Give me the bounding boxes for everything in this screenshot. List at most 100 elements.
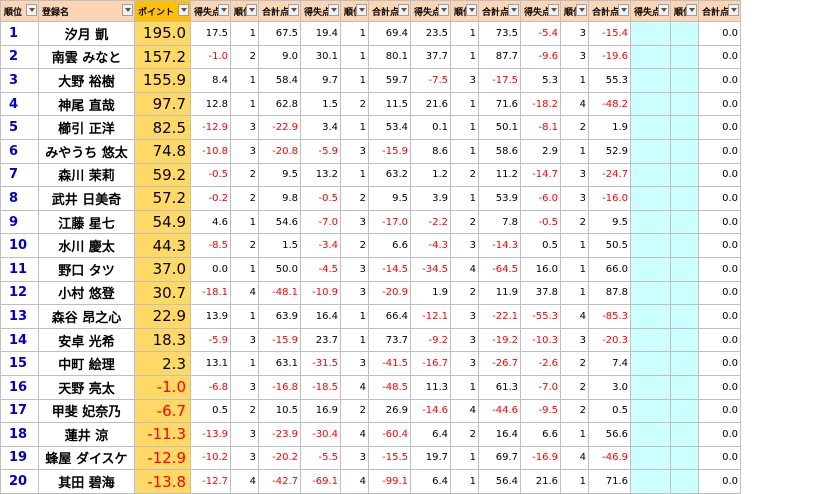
score-cell[interactable]: 56.6 bbox=[588, 422, 631, 447]
score-cell[interactable]: 4 bbox=[450, 398, 479, 424]
score-cell[interactable] bbox=[670, 327, 699, 353]
score-cell[interactable]: 0.0 bbox=[698, 91, 741, 117]
score-cell[interactable]: -8.1 bbox=[520, 115, 561, 140]
score-cell[interactable]: -55.3 bbox=[520, 304, 561, 329]
score-cell[interactable]: 1 bbox=[560, 68, 589, 93]
column-header-place-2[interactable]: 順位 bbox=[340, 0, 369, 22]
score-cell[interactable]: -20.3 bbox=[588, 327, 631, 353]
score-cell[interactable]: 1 bbox=[560, 233, 589, 258]
score-cell[interactable]: 2 bbox=[450, 422, 479, 447]
score-cell[interactable]: -15.5 bbox=[368, 445, 411, 471]
score-cell[interactable]: 2 bbox=[230, 233, 259, 258]
score-cell[interactable]: 0.0 bbox=[698, 44, 741, 70]
score-cell[interactable]: 3.0 bbox=[588, 374, 631, 400]
score-cell[interactable]: -5.9 bbox=[190, 327, 231, 353]
column-header-total-3[interactable]: 合計点 bbox=[478, 0, 521, 22]
score-cell[interactable]: -19.2 bbox=[478, 327, 521, 353]
score-cell[interactable]: -15.9 bbox=[258, 327, 301, 353]
score-cell[interactable]: 16.4 bbox=[478, 422, 521, 447]
score-cell[interactable]: 0.0 bbox=[698, 186, 741, 211]
score-cell[interactable]: 0.0 bbox=[698, 68, 741, 93]
score-cell[interactable]: 61.3 bbox=[478, 374, 521, 400]
column-header-score-5[interactable]: 得失点 bbox=[630, 0, 671, 22]
score-cell[interactable] bbox=[630, 256, 671, 282]
score-cell[interactable]: -18.2 bbox=[520, 91, 561, 117]
score-cell[interactable] bbox=[670, 162, 699, 188]
score-cell[interactable]: -6.0 bbox=[520, 186, 561, 211]
column-header-place-4[interactable]: 順位 bbox=[560, 0, 589, 22]
filter-dropdown-icon[interactable] bbox=[288, 4, 299, 16]
score-cell[interactable]: 10.5 bbox=[258, 398, 301, 424]
score-cell[interactable]: -26.7 bbox=[478, 351, 521, 376]
player-name-cell[interactable]: 汐月 凱 bbox=[38, 21, 135, 46]
score-cell[interactable] bbox=[670, 445, 699, 471]
score-cell[interactable]: 0.0 bbox=[698, 280, 741, 306]
score-cell[interactable]: -48.2 bbox=[588, 91, 631, 117]
score-cell[interactable]: 1 bbox=[230, 351, 259, 376]
score-cell[interactable]: 4 bbox=[230, 280, 259, 306]
score-cell[interactable]: 30.1 bbox=[300, 44, 341, 70]
score-cell[interactable] bbox=[630, 44, 671, 70]
score-cell[interactable]: 0.0 bbox=[698, 233, 741, 258]
rank-cell[interactable]: 16 bbox=[0, 374, 39, 400]
score-cell[interactable] bbox=[630, 422, 671, 447]
score-cell[interactable]: -9.2 bbox=[410, 327, 451, 353]
score-cell[interactable]: 3 bbox=[230, 445, 259, 471]
score-cell[interactable]: 1 bbox=[450, 374, 479, 400]
score-cell[interactable] bbox=[630, 327, 671, 353]
rank-cell[interactable]: 7 bbox=[0, 162, 39, 188]
score-cell[interactable]: 0.5 bbox=[520, 233, 561, 258]
score-cell[interactable] bbox=[630, 398, 671, 424]
score-cell[interactable]: 4 bbox=[340, 422, 369, 447]
score-cell[interactable]: -14.6 bbox=[410, 398, 451, 424]
score-cell[interactable]: 16.4 bbox=[300, 304, 341, 329]
score-cell[interactable]: 1 bbox=[230, 21, 259, 46]
rank-cell[interactable]: 9 bbox=[0, 209, 39, 235]
score-cell[interactable]: -7.5 bbox=[410, 68, 451, 93]
rank-cell[interactable]: 17 bbox=[0, 398, 39, 424]
score-cell[interactable]: 1 bbox=[340, 68, 369, 93]
score-cell[interactable]: 0.0 bbox=[698, 138, 741, 164]
player-name-cell[interactable]: 江藤 星七 bbox=[38, 209, 135, 235]
score-cell[interactable]: 4 bbox=[560, 91, 589, 117]
score-cell[interactable]: 3.9 bbox=[410, 186, 451, 211]
score-cell[interactable]: -24.7 bbox=[588, 162, 631, 188]
score-cell[interactable]: -42.7 bbox=[258, 469, 301, 494]
score-cell[interactable]: 1 bbox=[450, 91, 479, 117]
filter-dropdown-icon[interactable] bbox=[438, 4, 449, 16]
score-cell[interactable]: -13.9 bbox=[190, 422, 231, 447]
points-cell[interactable]: -6.7 bbox=[134, 398, 191, 424]
score-cell[interactable]: -12.9 bbox=[190, 115, 231, 140]
score-cell[interactable]: 73.7 bbox=[368, 327, 411, 353]
score-cell[interactable]: -10.3 bbox=[520, 327, 561, 353]
score-cell[interactable]: 9.5 bbox=[588, 209, 631, 235]
score-cell[interactable]: 62.8 bbox=[258, 91, 301, 117]
score-cell[interactable]: 3 bbox=[560, 21, 589, 46]
filter-dropdown-icon[interactable] bbox=[466, 4, 477, 16]
score-cell[interactable]: -12.1 bbox=[410, 304, 451, 329]
score-cell[interactable]: 7.4 bbox=[588, 351, 631, 376]
score-cell[interactable]: 9.0 bbox=[258, 44, 301, 70]
points-cell[interactable]: -13.8 bbox=[134, 469, 191, 494]
filter-dropdown-icon[interactable] bbox=[246, 4, 257, 16]
score-cell[interactable]: -7.0 bbox=[520, 374, 561, 400]
score-cell[interactable]: -20.2 bbox=[258, 445, 301, 471]
score-cell[interactable]: -4.3 bbox=[410, 233, 451, 258]
score-cell[interactable]: 1.5 bbox=[300, 91, 341, 117]
score-cell[interactable]: -18.1 bbox=[190, 280, 231, 306]
filter-dropdown-icon[interactable] bbox=[576, 4, 587, 16]
score-cell[interactable] bbox=[630, 115, 671, 140]
score-cell[interactable] bbox=[630, 162, 671, 188]
score-cell[interactable]: -10.8 bbox=[190, 138, 231, 164]
score-cell[interactable]: 66.0 bbox=[588, 256, 631, 282]
score-cell[interactable] bbox=[670, 374, 699, 400]
column-header-name[interactable]: 登録名 bbox=[38, 0, 135, 22]
score-cell[interactable]: 0.0 bbox=[698, 351, 741, 376]
points-cell[interactable]: 22.9 bbox=[134, 304, 191, 329]
score-cell[interactable]: 3 bbox=[450, 68, 479, 93]
score-cell[interactable]: 50.0 bbox=[258, 256, 301, 282]
player-name-cell[interactable]: 野口 タツ bbox=[38, 256, 135, 282]
score-cell[interactable]: 3 bbox=[340, 138, 369, 164]
player-name-cell[interactable]: 水川 慶太 bbox=[38, 233, 135, 258]
score-cell[interactable]: 3 bbox=[340, 256, 369, 282]
